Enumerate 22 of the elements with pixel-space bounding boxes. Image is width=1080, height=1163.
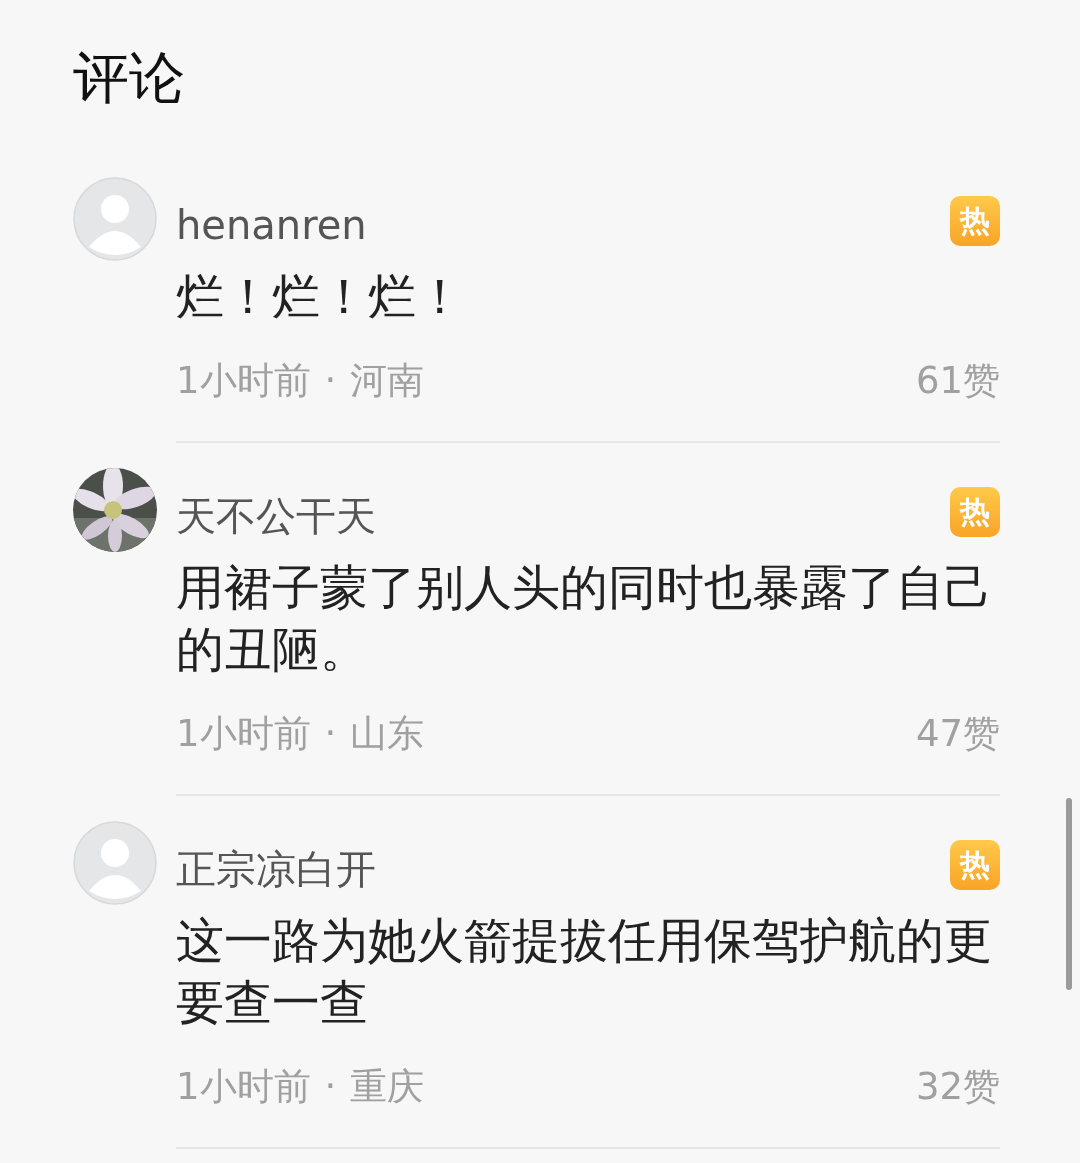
- comment-location: 重庆: [350, 1064, 425, 1110]
- comment-time: 1小时前: [176, 1064, 311, 1110]
- comment-text: 用裙子蒙了别人头的同时也暴露了自己的丑陋。: [176, 558, 993, 679]
- avatar-icon[interactable]: [73, 177, 157, 261]
- user-name[interactable]: 天不公干天: [176, 488, 376, 544]
- comment-text: 这一路为她火箭提拔任用保驾护航的更要查一查: [176, 911, 993, 1032]
- user-name[interactable]: 正宗凉白开: [176, 841, 376, 897]
- comment-text: 烂！烂！烂！: [176, 267, 465, 326]
- hot-badge: 热: [950, 487, 1000, 537]
- user-name[interactable]: henanren: [176, 202, 367, 248]
- comment-time: 1小时前: [176, 358, 311, 404]
- scrollbar[interactable]: [1066, 798, 1072, 990]
- section-title: 评论: [73, 44, 186, 112]
- separator-dot: ·: [324, 1064, 337, 1110]
- comment-location: 山东: [350, 711, 425, 757]
- comment-location: 河南: [350, 358, 425, 404]
- separator-dot: ·: [324, 711, 337, 757]
- separator-dot: ·: [324, 358, 337, 404]
- hot-badge: 热: [950, 196, 1000, 246]
- hot-badge: 热: [950, 840, 1000, 890]
- avatar-icon[interactable]: [73, 821, 157, 905]
- comment-time: 1小时前: [176, 711, 311, 757]
